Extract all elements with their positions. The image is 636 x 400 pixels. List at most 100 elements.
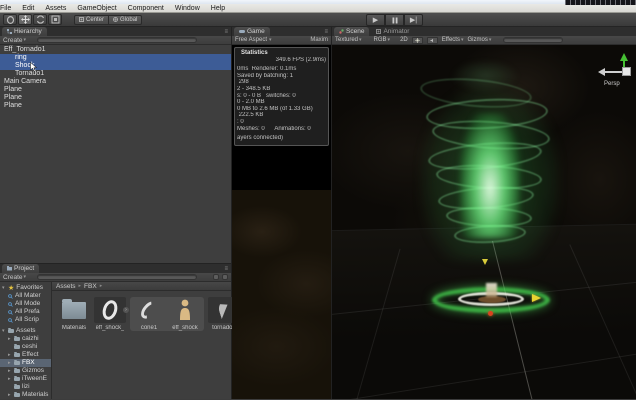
pivot-center-button[interactable]: Center [74, 14, 110, 25]
hierarchy-item-plane-3[interactable]: Plane [0, 102, 231, 110]
lock-icon[interactable] [222, 274, 228, 280]
pivot-global-button[interactable]: Global [109, 14, 143, 25]
tree-folder-lizi[interactable]: lizi [0, 383, 51, 391]
game-panel-menu-icon[interactable]: ≡ [324, 29, 328, 35]
tree-folder-fbx[interactable]: ▸ FBX [0, 359, 51, 367]
game-toolbar: Free Aspect ▾ Maxim [232, 36, 331, 45]
asset-item-cone1[interactable]: cone1 [132, 297, 166, 331]
center-pivot-icon [79, 17, 84, 22]
chevron-down-icon: ▾ [23, 37, 27, 43]
hierarchy-tab-icon [7, 29, 12, 34]
rotate-tool-button[interactable] [33, 14, 47, 25]
menu-edit[interactable]: Edit [21, 5, 35, 12]
step-button[interactable]: ▶| [404, 14, 423, 26]
menu-file[interactable]: File [0, 5, 12, 12]
game-tab-icon [239, 30, 245, 33]
scene-search-input[interactable] [503, 37, 564, 43]
chevron-down-icon: ▾ [460, 37, 464, 43]
asset-labels-icon[interactable] [213, 274, 219, 280]
project-panel-menu-icon[interactable]: ≡ [224, 266, 228, 272]
breadcrumb-assets[interactable]: Assets [56, 283, 76, 290]
breadcrumb-fbx[interactable]: FBX [84, 283, 97, 290]
tree-folder-gizmos[interactable]: ▸ Gizmos [0, 367, 51, 375]
hierarchy-panel-menu-icon[interactable]: ≡ [224, 29, 228, 35]
play-button[interactable]: ▶ [366, 14, 385, 26]
tree-all-materials[interactable]: All Mater [0, 292, 51, 300]
tree-assets-root[interactable]: ▾ Assets [0, 327, 51, 335]
folder-icon [8, 328, 14, 333]
menu-gameobject[interactable]: GameObject [76, 5, 117, 12]
tab-game[interactable]: Game [234, 27, 270, 36]
hierarchy-item-plane-1[interactable]: Plane [0, 86, 231, 94]
hierarchy-item-ring[interactable]: ring [0, 54, 231, 62]
folder-icon [14, 360, 20, 365]
shading-mode-dropdown[interactable]: Textured ▾ [335, 37, 362, 43]
scene-panel: Scene Animator Textured ▾ RGB ▾ 2D Effec… [332, 27, 636, 399]
asset-label: Materials [61, 325, 87, 331]
tree-folder-materials[interactable]: ▸ Materials [0, 391, 51, 399]
tree-favorites[interactable]: ▾ ★ Favorites [0, 284, 51, 292]
tab-project[interactable]: Project [2, 264, 40, 273]
selection-handle-dot[interactable] [488, 311, 493, 316]
maximize-on-play-toggle[interactable]: Maxim [310, 37, 328, 43]
audio-toggle[interactable] [426, 36, 438, 44]
tree-all-scripts[interactable]: All Scrip [0, 316, 51, 324]
hand-tool-icon [6, 16, 14, 24]
asset-item-eff-shock-2[interactable]: eff_shock [168, 297, 202, 331]
tab-scene[interactable]: Scene [334, 27, 370, 36]
project-create-button[interactable]: Create ▾ [3, 274, 26, 281]
playback-controls: ▶ ▶| [366, 14, 423, 26]
tree-folder-caizhi[interactable]: ▸ caizhi [0, 335, 51, 343]
expand-subassets-icon[interactable]: › [123, 307, 129, 313]
tree-folder-effect[interactable]: ▸ Effect [0, 351, 51, 359]
asset-item-materials[interactable]: Materials [58, 297, 90, 331]
asset-label: eff_shock_ [95, 325, 125, 331]
sun-icon [414, 37, 420, 43]
editor-main: Hierarchy ≡ Create ▾ Eff_Tornado1 ring S… [0, 27, 636, 399]
project-create-label: Create [3, 273, 23, 281]
project-tabstrip: Project ≡ [0, 264, 231, 273]
move-tool-button[interactable] [18, 14, 32, 25]
hierarchy-item-plane-2[interactable]: Plane [0, 94, 231, 102]
tree-folder-ceshi[interactable]: ceshi [0, 343, 51, 351]
folder-icon [14, 336, 20, 341]
tree-all-models[interactable]: All Mode [0, 300, 51, 308]
hierarchy-item-main-camera[interactable]: Main Camera [0, 78, 231, 86]
scene-viewport[interactable]: Persp [332, 45, 636, 399]
pause-button[interactable] [385, 14, 404, 26]
tree-all-prefabs[interactable]: All Prefa [0, 308, 51, 316]
hierarchy-item-eff-tornado1[interactable]: Eff_Tornado1 [0, 46, 231, 54]
project-content: Assets ▸ FBX ▸ Materials › eff_shock_ co… [52, 282, 243, 399]
menu-window[interactable]: Window [174, 5, 201, 12]
base-center [478, 296, 506, 303]
scale-tool-button[interactable] [48, 14, 62, 25]
asset-thumb: › [94, 297, 129, 323]
menu-component[interactable]: Component [127, 5, 165, 12]
axis-handle-small[interactable] [482, 259, 488, 265]
claw-model-icon [216, 300, 232, 320]
x-axis-handle[interactable] [532, 294, 541, 302]
effects-dropdown[interactable]: Effects ▾ [442, 37, 464, 43]
project-search-input[interactable] [37, 274, 198, 280]
menu-help[interactable]: Help [210, 5, 226, 12]
tree-folder-itween[interactable]: ▸ iTweenE [0, 375, 51, 383]
stat-line: 0 MB to 2.6 MB (of 1.33 GB) [237, 105, 313, 112]
lighting-toggle[interactable] [411, 36, 423, 44]
gizmos-dropdown[interactable]: Gizmos ▾ [467, 37, 491, 43]
menu-assets[interactable]: Assets [44, 5, 67, 12]
hand-tool-button[interactable] [3, 14, 17, 25]
tab-animator[interactable]: Animator [371, 27, 414, 36]
chevron-right-icon: ▸ [8, 392, 11, 398]
render-channel-dropdown[interactable]: RGB ▾ [374, 37, 391, 43]
project-tab-label: Project [14, 265, 35, 272]
2d-toggle[interactable]: 2D [400, 37, 408, 43]
aspect-dropdown[interactable]: Free Aspect [235, 37, 267, 43]
asset-item-eff-shock[interactable]: › eff_shock_ [94, 297, 129, 331]
hierarchy-search-input[interactable] [37, 37, 198, 43]
hierarchy-create-button[interactable]: Create ▾ [3, 37, 26, 44]
game-viewport[interactable]: Statistics 349.6 FPS (2.9ms) 0ms Rendere… [232, 45, 331, 399]
figure-model-icon [180, 299, 190, 320]
tab-hierarchy[interactable]: Hierarchy [2, 27, 47, 36]
chevron-down-icon: ▾ [2, 328, 5, 334]
orientation-gizmo[interactable]: Persp [598, 53, 636, 99]
